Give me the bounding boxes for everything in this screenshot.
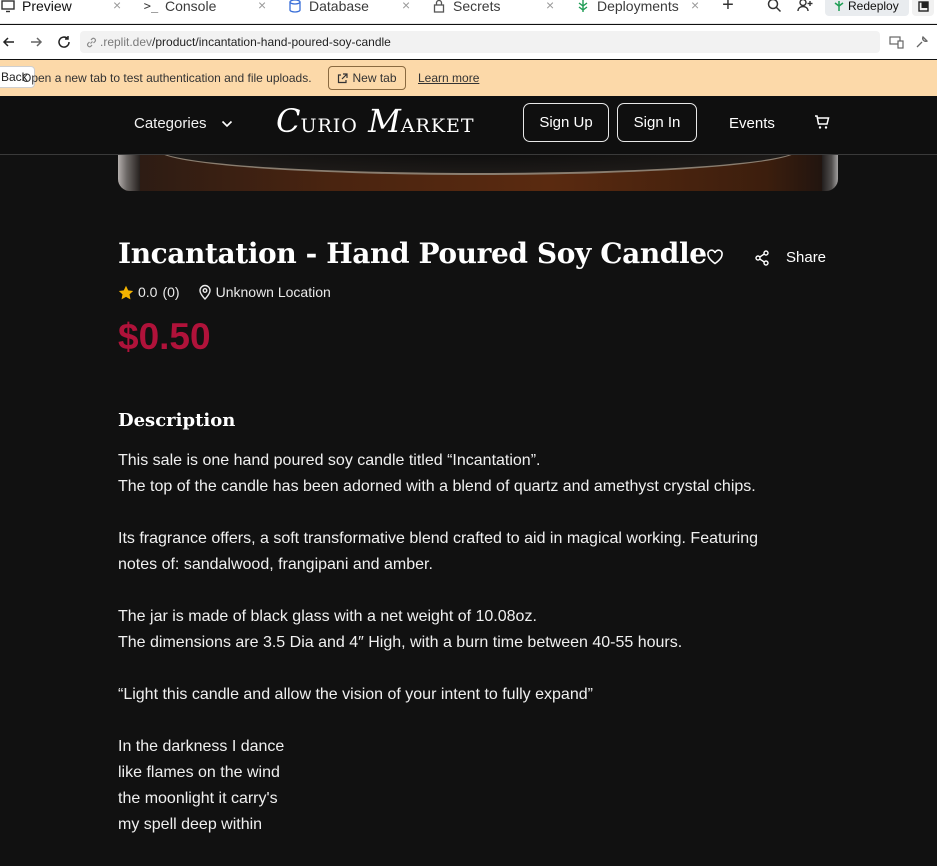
description-line: The dimensions are 3.5 Dia and 4″ High, … (118, 634, 683, 651)
description-line: In the darkness I dance (118, 738, 285, 755)
reload-icon[interactable] (55, 33, 73, 51)
description-line: notes of: sandalwood, frangipani and amb… (118, 556, 433, 573)
new-tab-label: New tab (352, 71, 397, 85)
site-header: Categories CURIO MARKET Sign Up Sign In … (0, 96, 937, 155)
tab-database-close-icon[interactable]: × (402, 0, 410, 13)
database-icon (287, 0, 303, 14)
tab-deployments-label: Deployments (597, 0, 679, 14)
description-line: my spell deep within (118, 816, 263, 833)
ide-tab-bar: Preview × >_ Console × Database × Secret… (0, 0, 937, 24)
url-input[interactable]: .replit.dev/product/incantation-hand-pou… (80, 31, 880, 53)
tab-secrets[interactable]: Secrets (431, 0, 500, 17)
candle-jar-shape (158, 155, 798, 175)
new-tab-plus-icon[interactable]: + (719, 0, 737, 16)
image-right-edge (822, 155, 838, 191)
wrench-icon[interactable] (913, 33, 931, 51)
product-image (118, 155, 838, 191)
description-body: This sale is one hand poured soy candle … (118, 448, 818, 838)
sign-in-button[interactable]: Sign In (617, 103, 697, 142)
image-left-edge (118, 155, 140, 191)
lock-icon (431, 0, 447, 14)
sign-in-label: Sign In (633, 114, 681, 131)
invite-user-icon[interactable] (796, 0, 814, 14)
devices-icon[interactable] (887, 33, 905, 51)
events-link[interactable]: Events (729, 115, 775, 132)
tab-deployments[interactable]: Deployments (575, 0, 679, 17)
back-arrow-icon[interactable] (0, 33, 18, 51)
description-line: The top of the candle has been adorned w… (118, 478, 756, 495)
categories-dropdown[interactable]: Categories (134, 115, 233, 132)
monitor-icon (0, 0, 16, 14)
description-line: like flames on the wind (118, 764, 280, 781)
description-line: This sale is one hand poured soy candle … (118, 452, 541, 469)
forward-arrow-icon[interactable] (27, 33, 45, 51)
site-logo[interactable]: CURIO MARKET (276, 102, 475, 140)
description-heading: Description (118, 410, 236, 431)
url-path: /product/incantation-hand-poured-soy-can… (152, 35, 391, 49)
share-icon (754, 249, 770, 266)
search-icon[interactable] (765, 0, 783, 14)
redeploy-icon (833, 0, 845, 12)
description-line: “Light this candle and allow the vision … (118, 686, 593, 703)
share-button[interactable]: Share (754, 249, 826, 266)
description-line: Its fragrance offers, a soft transformat… (118, 530, 759, 547)
location-label: Unknown Location (215, 284, 331, 300)
logo-letter-c: C (276, 102, 301, 140)
link-icon (86, 37, 97, 48)
product-title: Incantation - Hand Poured Soy Candle (118, 237, 707, 270)
tab-deployments-close-icon[interactable]: × (691, 0, 699, 13)
cart-icon[interactable] (814, 114, 830, 130)
description-line: the moonlight it carry's (118, 790, 278, 807)
logo-word-urio: URIO (300, 115, 358, 137)
redeploy-label: Redeploy (848, 0, 899, 13)
tab-secrets-close-icon[interactable]: × (546, 0, 554, 13)
tab-preview[interactable]: Preview (0, 0, 72, 17)
heart-icon[interactable] (706, 249, 724, 265)
review-count: (0) (162, 284, 180, 300)
url-host: .replit.dev (100, 35, 153, 49)
tab-preview-label: Preview (22, 0, 72, 14)
tab-console[interactable]: >_ Console (143, 0, 217, 17)
logo-letter-m: M (368, 102, 401, 140)
tab-secrets-label: Secrets (453, 0, 501, 14)
rating-value: 0.0 (138, 284, 158, 300)
tab-console-label: Console (165, 0, 217, 14)
tab-database-label: Database (309, 0, 369, 14)
star-icon (118, 285, 134, 300)
tab-preview-close-icon[interactable]: × (113, 0, 121, 13)
address-row: .replit.dev/product/incantation-hand-pou… (0, 25, 937, 59)
product-location: Unknown Location (198, 284, 331, 300)
tab-console-close-icon[interactable]: × (258, 0, 266, 13)
external-link-icon (337, 72, 349, 84)
redeploy-button[interactable]: Redeploy (825, 0, 909, 16)
deploy-icon (575, 0, 591, 14)
logo-word-arket: ARKET (400, 115, 475, 137)
location-pin-icon (198, 284, 212, 300)
tab-database[interactable]: Database (287, 0, 369, 17)
product-price: $0.50 (118, 316, 211, 357)
window-icon[interactable] (912, 0, 934, 16)
share-label: Share (786, 249, 827, 266)
product-meta: 0.0 (0) Unknown Location (118, 284, 331, 300)
description-line: The jar is made of black glass with a ne… (118, 608, 537, 625)
learn-more-link[interactable]: Learn more (418, 71, 479, 85)
new-tab-button[interactable]: New tab (328, 66, 406, 90)
banner-message: Open a new tab to test authentication an… (22, 71, 312, 85)
chevron-down-icon (221, 120, 233, 128)
terminal-icon: >_ (143, 0, 159, 13)
sign-up-label: Sign Up (539, 114, 593, 131)
sign-up-button[interactable]: Sign Up (523, 103, 609, 142)
auth-banner: Back Open a new tab to test authenticati… (0, 60, 937, 96)
categories-label: Categories (134, 115, 207, 132)
